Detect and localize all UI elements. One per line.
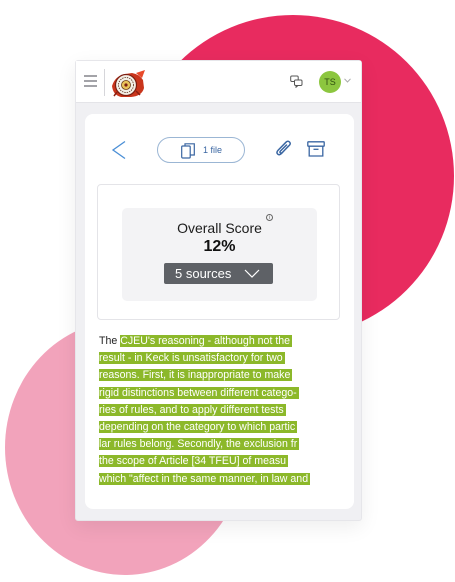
text-line: which "affect in the same manner, in law… [99,471,342,488]
highlighted-match[interactable]: rigid distinctions between different cat… [99,386,299,399]
score-summary: i Overall Score 12% 5 sources [122,208,317,301]
archive-icon[interactable] [307,141,325,157]
score-panel: i Overall Score 12% 5 sources [97,184,340,320]
sources-dropdown-button[interactable]: 5 sources [164,263,273,284]
highlighted-match[interactable]: ries of rules, and to apply different te… [99,403,286,416]
document-text: The CJEU's reasoning - although not the … [99,333,342,488]
text-line: the scope of Article [34 TFEU] of measu [99,453,342,470]
sources-label: 5 sources [175,266,232,281]
app-window: TS 1 file i Overall Score 12% 5 sources … [75,60,362,521]
highlighted-match[interactable]: depending on the category to which parti… [99,421,298,434]
text-line: reasons. First, it is inappropriate to m… [99,367,342,384]
highlighted-match[interactable]: lar rules belong. Secondly, the exclusio… [99,438,300,451]
user-avatar[interactable]: TS [319,71,341,93]
text-line: depending on the category to which parti… [99,419,342,436]
top-bar: TS [76,61,361,103]
header-divider [104,69,105,96]
score-title: Overall Score [177,220,262,236]
score-value: 12% [203,238,236,255]
app-logo[interactable] [109,65,147,99]
chevron-down-icon [244,269,260,278]
text-line: result - in Keck is unsatisfactory for t… [99,350,342,367]
highlighted-match[interactable]: which "affect in the same manner, in law… [99,472,311,485]
text-line: rigid distinctions between different cat… [99,385,342,402]
highlighted-match[interactable]: CJEU's reasoning - although not the [120,335,293,347]
document-card: 1 file i Overall Score 12% 5 sources The… [85,114,354,509]
chat-bubbles-icon[interactable] [290,75,303,88]
highlighted-match[interactable]: reasons. First, it is inappropriate to m… [99,369,293,382]
text-line: lar rules belong. Secondly, the exclusio… [99,436,342,453]
file-count-button[interactable]: 1 file [157,137,245,163]
chevron-down-icon[interactable] [344,78,351,83]
copy-file-icon [181,143,195,159]
highlighted-match[interactable]: the scope of Article [34 TFEU] of measu [99,455,289,468]
text-line: The CJEU's reasoning - although not the [99,335,293,347]
paperclip-icon[interactable] [275,139,293,159]
highlighted-match[interactable]: result - in Keck is unsatisfactory for t… [99,352,285,365]
hamburger-icon[interactable] [84,75,98,88]
chevron-left-icon[interactable] [111,140,127,160]
file-count-label: 1 file [203,145,223,155]
text-line: ries of rules, and to apply different te… [99,402,342,419]
